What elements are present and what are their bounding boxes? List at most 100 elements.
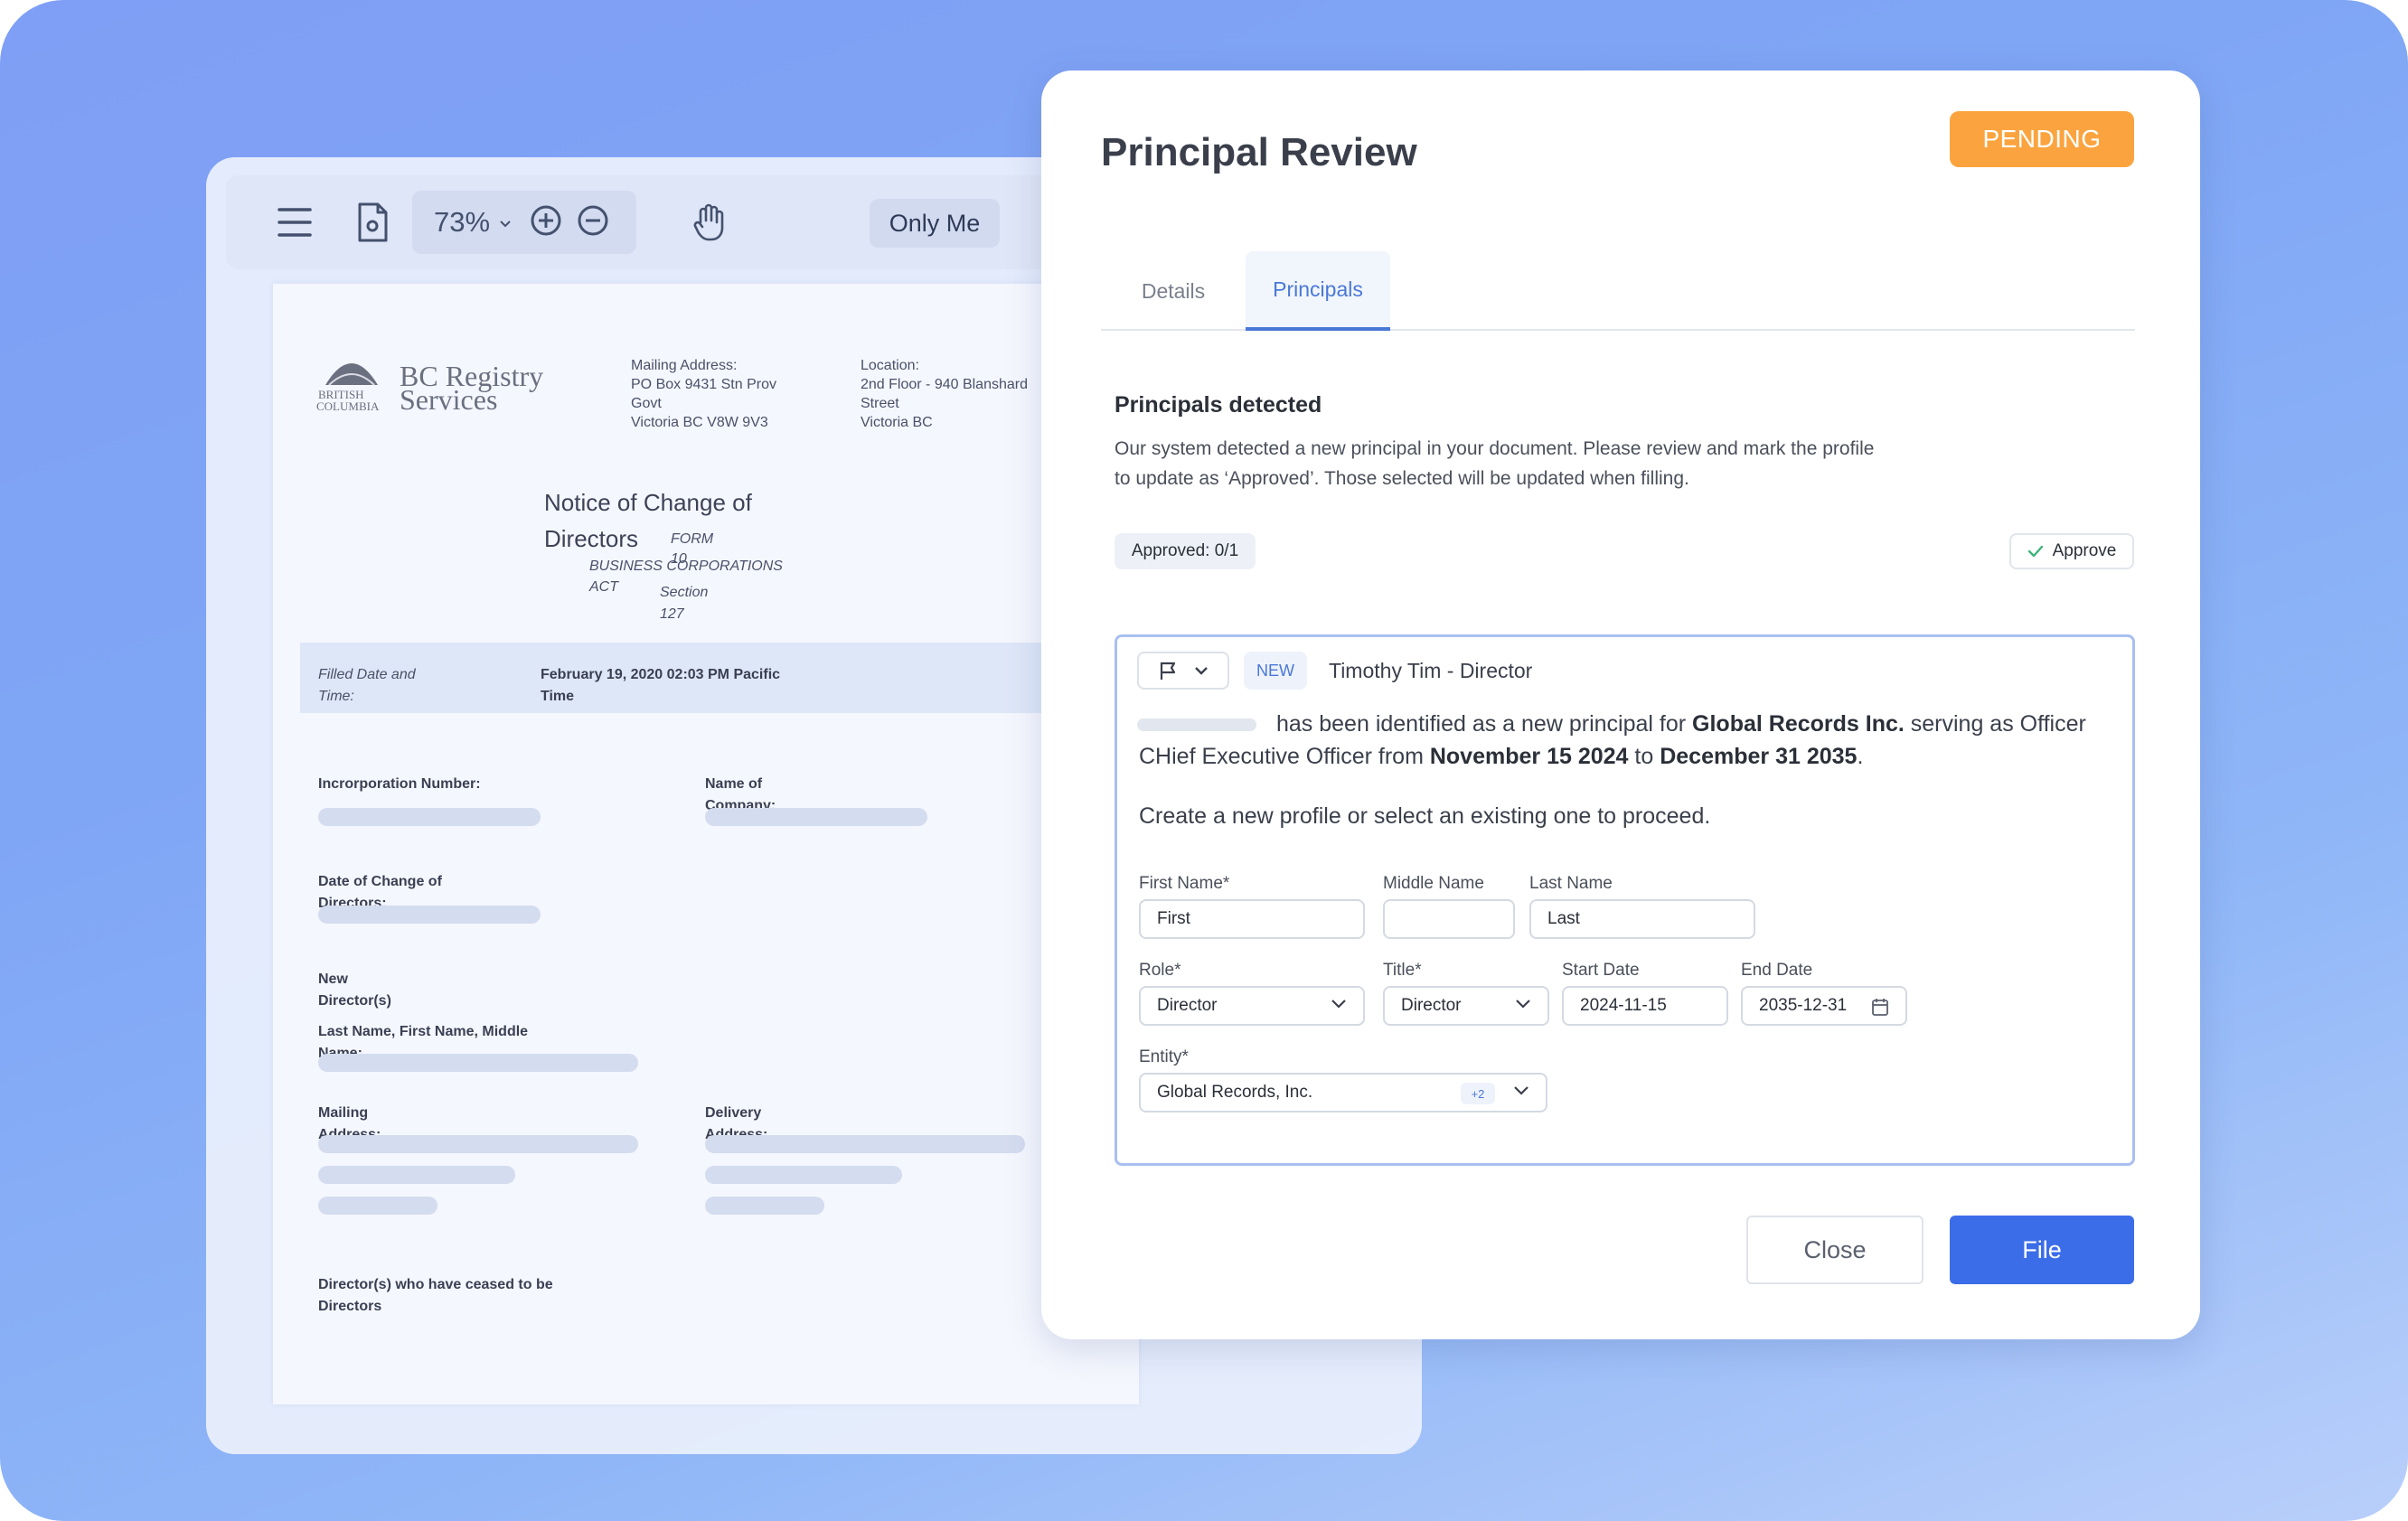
principal-review-modal: Principal Review PENDING Details Princip… xyxy=(1041,70,2200,1339)
zoom-control: 73% xyxy=(412,191,636,254)
create-profile-prompt: Create a new profile or select an existi… xyxy=(1139,803,1711,829)
redacted-field xyxy=(705,1166,902,1184)
summary-text: to xyxy=(1634,744,1654,769)
flag-icon xyxy=(1160,662,1176,680)
title-select[interactable]: Director xyxy=(1383,986,1549,1026)
redacted-field xyxy=(318,1197,437,1215)
modal-tabs: Details Principals xyxy=(1101,251,2135,331)
zoom-level[interactable]: 73% xyxy=(434,206,490,239)
chevron-down-icon xyxy=(1195,667,1208,675)
act-line2: ACT xyxy=(589,579,618,595)
check-icon xyxy=(2027,545,2043,558)
mailing-address-field-label-1: Mailing xyxy=(318,1105,369,1121)
location-block: Location: 2nd Floor - 940 Blanshard Stre… xyxy=(861,356,1028,432)
location-label: Location: xyxy=(861,358,919,373)
redacted-field xyxy=(705,1197,824,1215)
last-name-field[interactable]: Last xyxy=(1529,899,1755,939)
title-label: Title* xyxy=(1383,961,1422,980)
chevron-down-icon xyxy=(1514,1086,1529,1095)
approve-button[interactable]: Approve xyxy=(2009,533,2134,569)
tab-details[interactable]: Details xyxy=(1101,251,1246,331)
new-directors-label-1: New xyxy=(318,972,348,987)
mailing-address-block: Mailing Address: PO Box 9431 Stn Prov Go… xyxy=(631,356,776,432)
summary-start-date: November 15 2024 xyxy=(1429,744,1629,769)
principal-summary: has been identified as a new principal f… xyxy=(1139,708,2124,773)
form-label: FORM xyxy=(671,531,714,547)
end-date-field[interactable]: 2035-12-31 xyxy=(1741,986,1907,1026)
zoom-out-icon[interactable] xyxy=(577,204,609,241)
location-line: Street xyxy=(861,396,899,411)
document-settings-icon[interactable] xyxy=(353,201,392,244)
hand-icon[interactable] xyxy=(689,201,730,244)
entity-select[interactable]: Global Records, Inc. +2 xyxy=(1139,1073,1547,1113)
modal-title: Principal Review xyxy=(1101,130,1417,174)
section-label: Section xyxy=(660,585,709,600)
menu-icon[interactable] xyxy=(275,202,315,242)
mailing-address-line: Govt xyxy=(631,396,662,411)
approve-label: Approve xyxy=(2052,541,2117,560)
filed-date-label-1: Filled Date and xyxy=(318,667,416,682)
section-description-line: Our system detected a new principal in y… xyxy=(1115,438,1875,459)
role-value: Director xyxy=(1157,996,1218,1015)
principal-card: NEW Timothy Tim - Director has been iden… xyxy=(1115,634,2135,1166)
filed-date-value-2: Time xyxy=(541,689,575,704)
role-select[interactable]: Director xyxy=(1139,986,1365,1026)
section-description: Our system detected a new principal in y… xyxy=(1115,434,1955,493)
bc-logo-icon xyxy=(325,363,378,386)
new-badge: NEW xyxy=(1244,652,1307,690)
logo-columbia: COLUMBIA xyxy=(316,399,380,413)
start-date-field[interactable]: 2024-11-15 xyxy=(1562,986,1728,1026)
mailing-address-label: Mailing Address: xyxy=(631,358,738,373)
redacted-field xyxy=(705,1135,1025,1153)
close-button[interactable]: Close xyxy=(1746,1216,1924,1284)
redacted-field xyxy=(318,808,541,826)
mailing-address-line: Victoria BC V8W 9V3 xyxy=(631,415,768,430)
summary-text: . xyxy=(1857,744,1864,769)
name-order-label-1: Last Name, First Name, Middle xyxy=(318,1024,529,1039)
mailing-address-line: PO Box 9431 Stn Prov xyxy=(631,377,776,392)
middle-name-field[interactable] xyxy=(1383,899,1515,939)
redacted-field xyxy=(318,1135,638,1153)
last-name-label: Last Name xyxy=(1529,874,1613,893)
background: 73% Only Me BRITISH COLUMBIA BC Registry… xyxy=(0,0,2408,1521)
redacted-field xyxy=(318,1054,638,1072)
entity-value: Global Records, Inc. xyxy=(1157,1083,1313,1102)
summary-text: has been identified as a new principal f… xyxy=(1276,711,1687,737)
document-page: BRITISH COLUMBIA BC Registry Services Ma… xyxy=(273,284,1139,1404)
flag-dropdown[interactable] xyxy=(1137,652,1229,690)
status-badge: PENDING xyxy=(1950,111,2134,167)
tab-principals[interactable]: Principals xyxy=(1246,251,1390,331)
incorporation-number-label: Incrorporation Number: xyxy=(318,776,481,792)
approved-count: Approved: 0/1 xyxy=(1115,533,1256,569)
zoom-in-icon[interactable] xyxy=(530,204,562,241)
start-date-label: Start Date xyxy=(1562,961,1640,980)
entity-label: Entity* xyxy=(1139,1047,1189,1066)
chevron-down-icon xyxy=(1516,1000,1530,1009)
summary-end-date: December 31 2035 xyxy=(1660,744,1858,769)
logo-services: Services xyxy=(400,383,498,416)
act-line1: BUSINESS CORPORATIONS xyxy=(589,559,783,574)
file-button[interactable]: File xyxy=(1950,1216,2134,1284)
entity-more-badge: +2 xyxy=(1461,1083,1495,1104)
company-name-label-1: Name of xyxy=(705,776,763,792)
redacted-field xyxy=(318,1166,515,1184)
principal-name: Timothy Tim - Director xyxy=(1329,659,1533,682)
ceased-directors-label-2: Directors xyxy=(318,1299,382,1314)
new-directors-label-2: Director(s) xyxy=(318,993,391,1009)
form-title-line1: Notice of Change of xyxy=(544,489,752,516)
title-value: Director xyxy=(1401,996,1462,1015)
filed-date-value-1: February 19, 2020 02:03 PM Pacific xyxy=(541,667,781,682)
visibility-button[interactable]: Only Me xyxy=(870,199,1000,248)
end-date-label: End Date xyxy=(1741,961,1813,980)
calendar-icon[interactable] xyxy=(1871,997,1889,1017)
first-name-field[interactable]: First xyxy=(1139,899,1365,939)
ceased-directors-label-1: Director(s) who have ceased to be xyxy=(318,1277,553,1292)
end-date-value: 2035-12-31 xyxy=(1759,996,1848,1015)
change-date-label-1: Date of Change of xyxy=(318,874,442,889)
role-label: Role* xyxy=(1139,961,1181,980)
location-line: Victoria BC xyxy=(861,415,933,430)
filed-date-label-2: Time: xyxy=(318,689,354,704)
location-line: 2nd Floor - 940 Blanshard xyxy=(861,377,1028,392)
summary-company: Global Records Inc. xyxy=(1692,711,1905,737)
chevron-down-icon[interactable] xyxy=(499,217,512,233)
